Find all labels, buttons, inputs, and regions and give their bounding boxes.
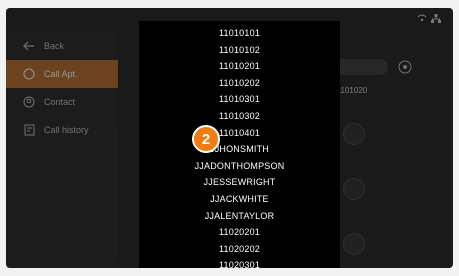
phone-ring-icon xyxy=(20,68,38,80)
dropdown-item[interactable]: 11010202 xyxy=(139,75,340,91)
dropdown-item[interactable]: JJESSEWRIGHT xyxy=(139,174,340,190)
arrow-left-icon xyxy=(20,41,38,51)
dropdown-item[interactable]: 11010401 xyxy=(139,125,340,141)
dropdown-item[interactable]: 11010101 xyxy=(139,25,340,41)
keypad-button[interactable] xyxy=(343,123,365,145)
sidebar-item-contact[interactable]: Contact xyxy=(6,88,118,116)
sidebar-item-label: Back xyxy=(44,41,65,51)
sidebar-item-label: Call history xyxy=(44,125,89,135)
status-bar xyxy=(417,14,441,25)
keypad-button[interactable] xyxy=(343,178,365,200)
dropdown-item[interactable]: 11020202 xyxy=(139,241,340,257)
wifi-icon xyxy=(417,14,427,25)
dropdown-item[interactable]: JJADONTHOMPSON xyxy=(139,158,340,174)
callout-badge: 2 xyxy=(192,125,220,153)
sidebar-item-call-apt[interactable]: Call Apt. xyxy=(6,60,118,88)
apartment-dropdown-list[interactable]: 11010101 11010102 11010201 11010202 11010301… xyxy=(139,21,340,268)
contact-icon xyxy=(20,96,38,108)
dropdown-item[interactable]: 11010302 xyxy=(139,108,340,124)
target-icon[interactable] xyxy=(398,60,412,74)
screen: Back Call Apt. Contact Call history 1 11… xyxy=(6,8,453,268)
dropdown-item[interactable]: 11020201 xyxy=(139,224,340,240)
sidebar: Back Call Apt. Contact Call history xyxy=(6,26,118,268)
dropdown-item[interactable]: JJHONSMITH xyxy=(139,141,340,157)
device-frame: Back Call Apt. Contact Call history 1 11… xyxy=(0,0,459,276)
dropdown-item[interactable]: JJACKWHITE xyxy=(139,191,340,207)
dropdown-item[interactable]: 11010201 xyxy=(139,58,340,74)
network-icon xyxy=(431,14,441,25)
dropdown-item[interactable]: 11010102 xyxy=(139,42,340,58)
back-button[interactable]: Back xyxy=(6,32,118,60)
dropdown-item[interactable]: 11020301 xyxy=(139,257,340,268)
call-history-icon xyxy=(20,124,38,136)
sidebar-item-call-history[interactable]: Call history xyxy=(6,116,118,144)
keypad-button[interactable] xyxy=(343,233,365,255)
sidebar-item-label: Call Apt. xyxy=(44,69,78,79)
dropdown-item[interactable]: 11010301 xyxy=(139,91,340,107)
sidebar-item-label: Contact xyxy=(44,97,76,107)
dropdown-item[interactable]: JJALENTAYLOR xyxy=(139,208,340,224)
